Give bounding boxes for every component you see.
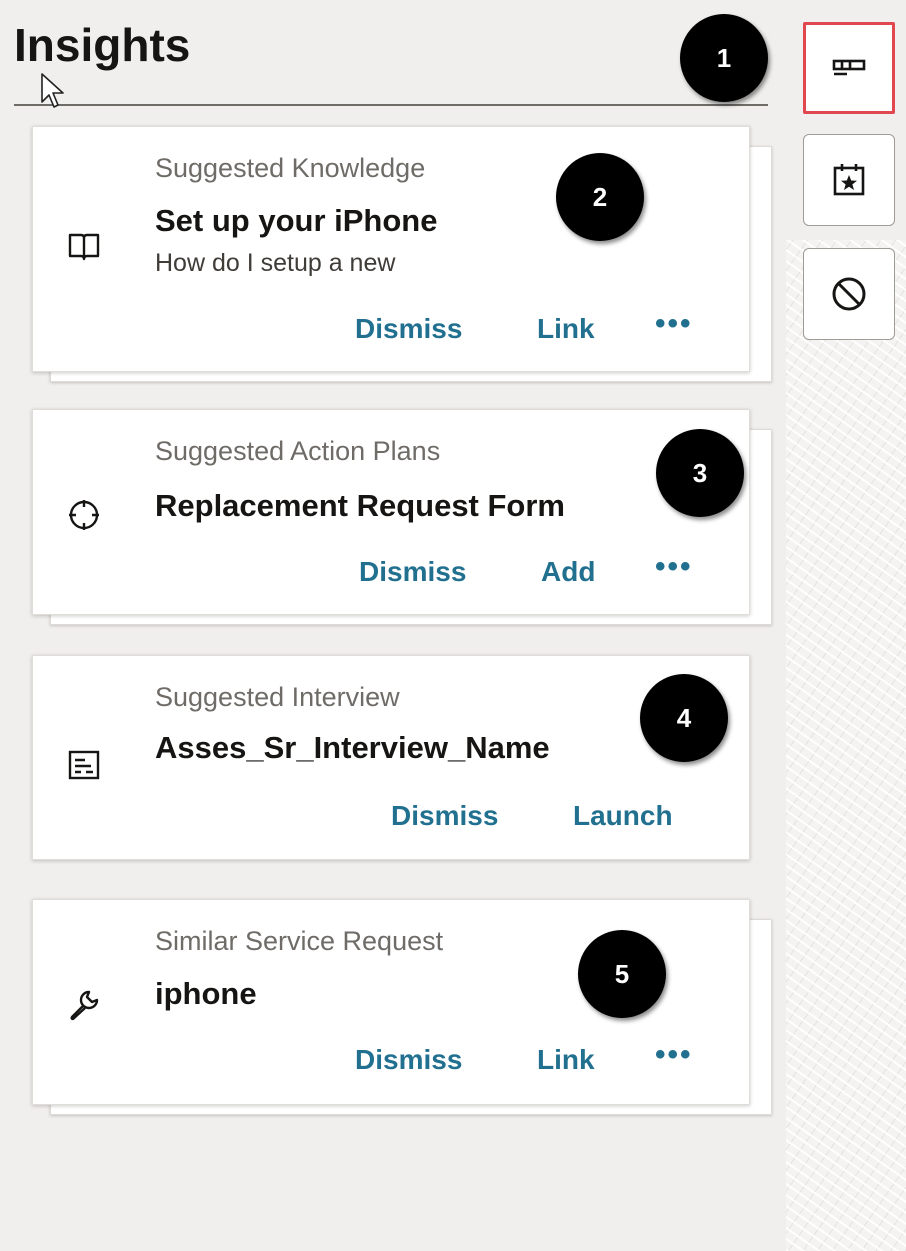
callout-badge: 3 [656,429,744,517]
more-options-icon[interactable]: ••• [655,307,693,341]
insight-card-similar-sr: Similar Service Request iphone Dismiss L… [32,899,772,1115]
link-button[interactable]: Link [537,1044,595,1076]
calendar-star-icon [833,164,865,196]
card-description: How do I setup a new [155,249,396,277]
form-icon [68,750,100,780]
title-divider [14,104,768,106]
block-button[interactable] [803,248,895,340]
card-kicker: Suggested Interview [155,682,400,712]
mouse-cursor-icon [41,73,64,108]
page-title: Insights [14,19,191,71]
card-title[interactable]: Asses_Sr_Interview_Name [155,730,550,766]
card-kicker: Suggested Action Plans [155,436,441,466]
card-title[interactable]: iphone [155,976,257,1012]
wrench-icon [70,990,99,1021]
insight-card-interview: Suggested Interview Asses_Sr_Interview_N… [32,655,772,860]
book-icon [68,233,100,261]
block-icon [832,277,866,311]
insight-card-knowledge: Suggested Knowledge Set up your iPhone H… [32,126,772,382]
callout-badge: 1 [680,14,768,102]
dismiss-button[interactable]: Dismiss [355,1044,462,1076]
more-options-icon[interactable]: ••• [655,1038,693,1072]
card-body: Suggested Knowledge Set up your iPhone H… [32,126,750,372]
dismiss-button[interactable]: Dismiss [391,800,498,832]
card-body: Suggested Action Plans Replacement Reque… [32,409,750,615]
callout-badge: 2 [556,153,644,241]
card-title[interactable]: Replacement Request Form [155,488,565,524]
launch-button[interactable]: Launch [573,800,673,832]
callout-badge: 4 [640,674,728,762]
link-button[interactable]: Link [537,313,595,345]
dismiss-button[interactable]: Dismiss [359,556,466,588]
add-button[interactable]: Add [541,556,595,588]
insights-icon [832,59,866,76]
insight-card-action-plan: Suggested Action Plans Replacement Reque… [32,409,772,625]
insights-panel: Insights Suggested Knowledge Set up your… [0,0,785,1251]
card-body: Suggested Interview Asses_Sr_Interview_N… [32,655,750,860]
more-options-icon[interactable]: ••• [655,550,693,584]
card-kicker: Suggested Knowledge [155,153,426,183]
callout-badge: 5 [578,930,666,1018]
card-kicker: Similar Service Request [155,926,444,956]
crosshair-icon [69,500,99,530]
insights-button[interactable] [803,22,895,114]
dismiss-button[interactable]: Dismiss [355,313,462,345]
card-title[interactable]: Set up your iPhone [155,203,437,239]
calendar-button[interactable] [803,134,895,226]
right-toolbar [786,0,906,1251]
